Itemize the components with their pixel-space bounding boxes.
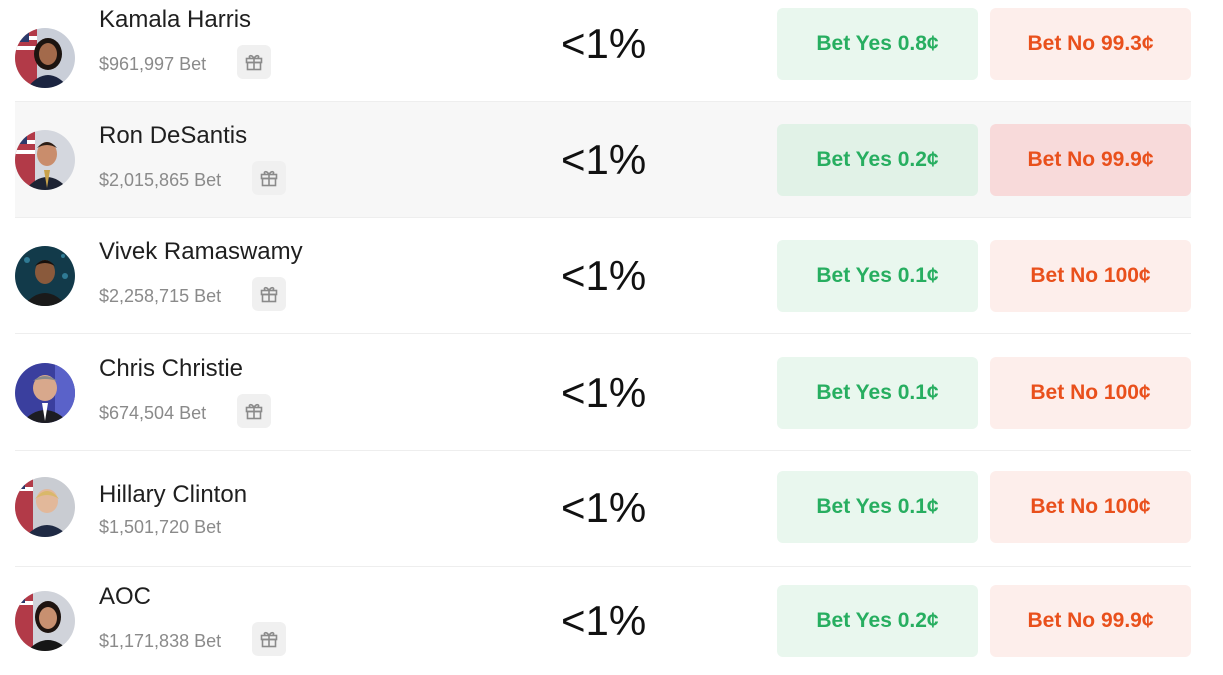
candidate-row-kamala-harris[interactable]: Kamala Harris $961,997 Bet <1% Bet Yes 0…	[15, 0, 1191, 102]
avatar	[15, 363, 75, 423]
gift-button[interactable]	[252, 622, 286, 656]
chance-value: <1%	[561, 484, 647, 531]
bet-no-button[interactable]: Bet No 99.9¢	[990, 124, 1191, 196]
bet-volume: $674,504 Bet	[99, 403, 207, 423]
bet-yes-button[interactable]: Bet Yes 0.1¢	[777, 471, 978, 543]
bet-no-button[interactable]: Bet No 100¢	[990, 471, 1191, 543]
candidate-name: Kamala Harris	[99, 6, 252, 33]
chance-value: <1%	[561, 20, 647, 67]
bet-no-button[interactable]: Bet No 100¢	[990, 240, 1191, 312]
candidate-name: Ron DeSantis	[99, 122, 248, 149]
gift-icon	[245, 54, 263, 71]
candidate-row-vivek-ramaswamy[interactable]: Vivek Ramaswamy $2,258,715 Bet <1% Bet Y…	[15, 218, 1191, 334]
candidate-row-hillary-clinton[interactable]: Hillary Clinton $1,501,720 Bet <1% Bet Y…	[15, 451, 1191, 567]
gift-icon	[260, 286, 278, 303]
bet-volume: $961,997 Bet	[99, 54, 207, 74]
gift-button[interactable]	[237, 45, 271, 79]
bet-yes-button[interactable]: Bet Yes 0.8¢	[777, 8, 978, 80]
candidate-name: AOC	[99, 583, 152, 610]
candidate-list: Kamala Harris $961,997 Bet <1% Bet Yes 0…	[0, 0, 1223, 675]
bet-volume: $1,171,838 Bet	[99, 631, 222, 651]
candidate-name: Chris Christie	[99, 355, 244, 382]
candidate-row-aoc[interactable]: AOC $1,171,838 Bet <1% Bet Yes 0.2¢ Bet …	[15, 563, 1191, 675]
avatar	[15, 28, 75, 88]
gift-icon	[260, 170, 278, 187]
gift-button[interactable]	[237, 394, 271, 428]
bet-no-button[interactable]: Bet No 99.3¢	[990, 8, 1191, 80]
gift-button[interactable]	[252, 277, 286, 311]
bet-volume: $1,501,720 Bet	[99, 517, 222, 537]
bet-volume: $2,015,865 Bet	[99, 170, 222, 190]
gift-button[interactable]	[252, 161, 286, 195]
bet-volume: $2,258,715 Bet	[99, 286, 222, 306]
gift-icon	[260, 631, 278, 648]
avatar	[15, 246, 75, 306]
candidate-row-ron-desantis[interactable]: Ron DeSantis $2,015,865 Bet <1% Bet Yes …	[15, 102, 1191, 218]
chance-value: <1%	[561, 369, 647, 416]
avatar	[15, 130, 75, 190]
bet-yes-button[interactable]: Bet Yes 0.2¢	[777, 124, 978, 196]
candidate-name: Vivek Ramaswamy	[99, 238, 303, 265]
gift-icon	[245, 403, 263, 420]
bet-yes-button[interactable]: Bet Yes 0.1¢	[777, 357, 978, 429]
bet-yes-button[interactable]: Bet Yes 0.2¢	[777, 585, 978, 657]
avatar	[15, 477, 75, 537]
candidate-row-chris-christie[interactable]: Chris Christie $674,504 Bet <1% Bet Yes …	[15, 335, 1191, 451]
bet-yes-button[interactable]: Bet Yes 0.1¢	[777, 240, 978, 312]
chance-value: <1%	[561, 597, 647, 644]
avatar	[15, 591, 75, 651]
chance-value: <1%	[561, 136, 647, 183]
bet-no-button[interactable]: Bet No 99.9¢	[990, 585, 1191, 657]
bet-no-button[interactable]: Bet No 100¢	[990, 357, 1191, 429]
chance-value: <1%	[561, 252, 647, 299]
candidate-name: Hillary Clinton	[99, 481, 248, 508]
